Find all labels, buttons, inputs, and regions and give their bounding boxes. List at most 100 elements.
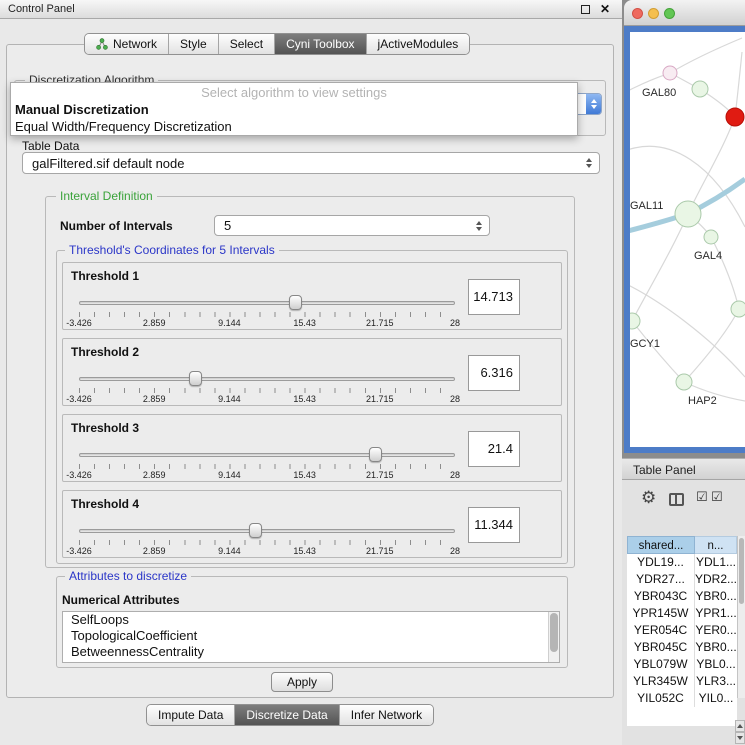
network-node[interactable] (704, 230, 718, 244)
tab-jactivemodules[interactable]: jActiveModules (367, 34, 470, 54)
scroll-up-button[interactable] (735, 720, 745, 732)
table-cell[interactable]: YBR045C (627, 639, 695, 656)
table-cell[interactable]: YER054C (627, 622, 695, 639)
scale-tick-label: 21.715 (366, 546, 394, 556)
dropdown-option-equal-width[interactable]: Equal Width/Frequency Discretization (15, 119, 232, 134)
table-cell[interactable]: YER0... (695, 622, 737, 639)
table-scrollbar[interactable] (737, 536, 745, 698)
table-cell[interactable]: YLR345W (627, 673, 695, 690)
table-cell[interactable]: YDR27... (627, 571, 695, 588)
table-row[interactable]: YER054C YER0... (627, 622, 737, 639)
network-node[interactable] (663, 66, 677, 80)
combobox-stepper-icon[interactable] (586, 158, 592, 168)
threshold-value-field[interactable]: 11.344 (468, 507, 520, 543)
tab-label: Cyni Toolbox (286, 37, 354, 51)
threshold-value-field[interactable]: 21.4 (468, 431, 520, 467)
table-row[interactable]: YBL079W YBL0... (627, 656, 737, 673)
table-row[interactable]: YBR043C YBR0... (627, 588, 737, 605)
node-label: GCY1 (630, 338, 660, 350)
network-node[interactable] (731, 301, 745, 317)
list-item[interactable]: BetweennessCentrality (63, 644, 559, 660)
tab-infer-network[interactable]: Infer Network (340, 705, 433, 725)
threshold-value-field[interactable]: 14.713 (468, 279, 520, 315)
table-data-combobox[interactable]: galFiltered.sif default node (22, 152, 600, 174)
slider-track[interactable] (79, 529, 455, 533)
table-row[interactable]: YIL052C YIL0... (627, 690, 737, 707)
list-scrollbar[interactable] (548, 612, 559, 662)
mac-close-icon[interactable] (632, 8, 643, 19)
threshold-slider[interactable] (79, 371, 455, 387)
tab-discretize-data[interactable]: Discretize Data (235, 705, 339, 725)
network-node-selected[interactable] (726, 108, 744, 126)
table-cell[interactable]: YBL0... (695, 656, 737, 673)
tab-style[interactable]: Style (169, 34, 219, 54)
tab-cyni-toolbox[interactable]: Cyni Toolbox (275, 34, 366, 54)
mac-zoom-icon[interactable] (664, 8, 675, 19)
dropdown-option-manual[interactable]: Manual Discretization (15, 102, 149, 117)
table-cell[interactable]: YDL19... (627, 554, 695, 571)
checkbox-icon[interactable]: ☑ (696, 490, 708, 505)
table-row[interactable]: YDL19... YDL1... (627, 554, 737, 571)
interval-definition-title: Interval Definition (56, 189, 157, 203)
slider-track[interactable] (79, 301, 455, 305)
table-row[interactable]: YBR045C YBR0... (627, 639, 737, 656)
threshold-slider[interactable] (79, 295, 455, 311)
tab-label: Infer Network (351, 708, 422, 722)
slider-thumb[interactable] (369, 447, 382, 462)
table-cell[interactable]: YIL0... (695, 690, 737, 707)
table-cell[interactable]: YPR1... (695, 605, 737, 622)
tab-select[interactable]: Select (219, 34, 275, 54)
checkbox-icon[interactable]: ☑ (711, 490, 723, 505)
column-header-shared-name[interactable]: shared... (627, 536, 695, 554)
table-columns-icon[interactable] (669, 493, 684, 506)
list-item[interactable]: TopologicalCoefficient (63, 628, 559, 644)
scrollbar-thumb[interactable] (550, 613, 558, 652)
gear-icon[interactable]: ⚙ (641, 488, 656, 508)
slider-track[interactable] (79, 453, 455, 457)
table-cell[interactable]: YBR043C (627, 588, 695, 605)
network-canvas[interactable]: GAL80 GAL11 GAL4 GCY1 HAP2 (630, 32, 745, 447)
number-of-intervals-combobox[interactable]: 5 (214, 215, 490, 236)
tab-impute-data[interactable]: Impute Data (147, 705, 235, 725)
slider-thumb[interactable] (249, 523, 262, 538)
network-node[interactable] (675, 201, 701, 227)
network-node[interactable] (630, 313, 640, 329)
tab-network[interactable]: Network (85, 34, 169, 54)
combobox-stepper-icon[interactable] (476, 221, 482, 231)
table-row[interactable]: YDR27... YDR2... (627, 571, 737, 588)
slider-thumb[interactable] (189, 371, 202, 386)
tab-label: Discretize Data (246, 708, 327, 722)
attributes-list[interactable]: SelfLoops TopologicalCoefficient Between… (62, 611, 560, 663)
table-cell[interactable]: YBR0... (695, 588, 737, 605)
table-cell[interactable]: YPR145W (627, 605, 695, 622)
table-row[interactable]: YLR345W YLR3... (627, 673, 737, 690)
list-item[interactable]: SelfLoops (63, 612, 559, 628)
control-panel-window: Control Panel ✕ Network Style Sel (0, 0, 622, 745)
combobox-stepper-icon[interactable] (586, 94, 601, 114)
network-node[interactable] (692, 81, 708, 97)
table-cell[interactable]: YDL1... (695, 554, 737, 571)
float-window-icon[interactable] (581, 5, 590, 14)
table-cell[interactable]: YBL079W (627, 656, 695, 673)
scroll-down-button[interactable] (735, 732, 745, 744)
slider-track[interactable] (79, 377, 455, 381)
threshold-slider[interactable] (79, 447, 455, 463)
close-icon[interactable]: ✕ (600, 2, 610, 16)
column-header-name[interactable]: n... (695, 536, 737, 554)
scrollbar-thumb[interactable] (739, 538, 744, 604)
table-cell[interactable]: YDR2... (695, 571, 737, 588)
mac-minimize-icon[interactable] (648, 8, 659, 19)
apply-button[interactable]: Apply (271, 672, 333, 692)
table-cell[interactable]: YLR3... (695, 673, 737, 690)
table-cell[interactable]: YIL052C (627, 690, 695, 707)
algorithm-combobox-fragment[interactable] (574, 93, 602, 115)
scale-tick-label: -3.426 (66, 318, 92, 328)
scale-tick-label: -3.426 (66, 470, 92, 480)
table-row[interactable]: YPR145W YPR1... (627, 605, 737, 622)
network-node[interactable] (676, 374, 692, 390)
table-cell[interactable]: YBR0... (695, 639, 737, 656)
threshold-slider[interactable] (79, 523, 455, 539)
threshold-value-field[interactable]: 6.316 (468, 355, 520, 391)
scale-tick-label: 21.715 (366, 470, 394, 480)
slider-thumb[interactable] (289, 295, 302, 310)
